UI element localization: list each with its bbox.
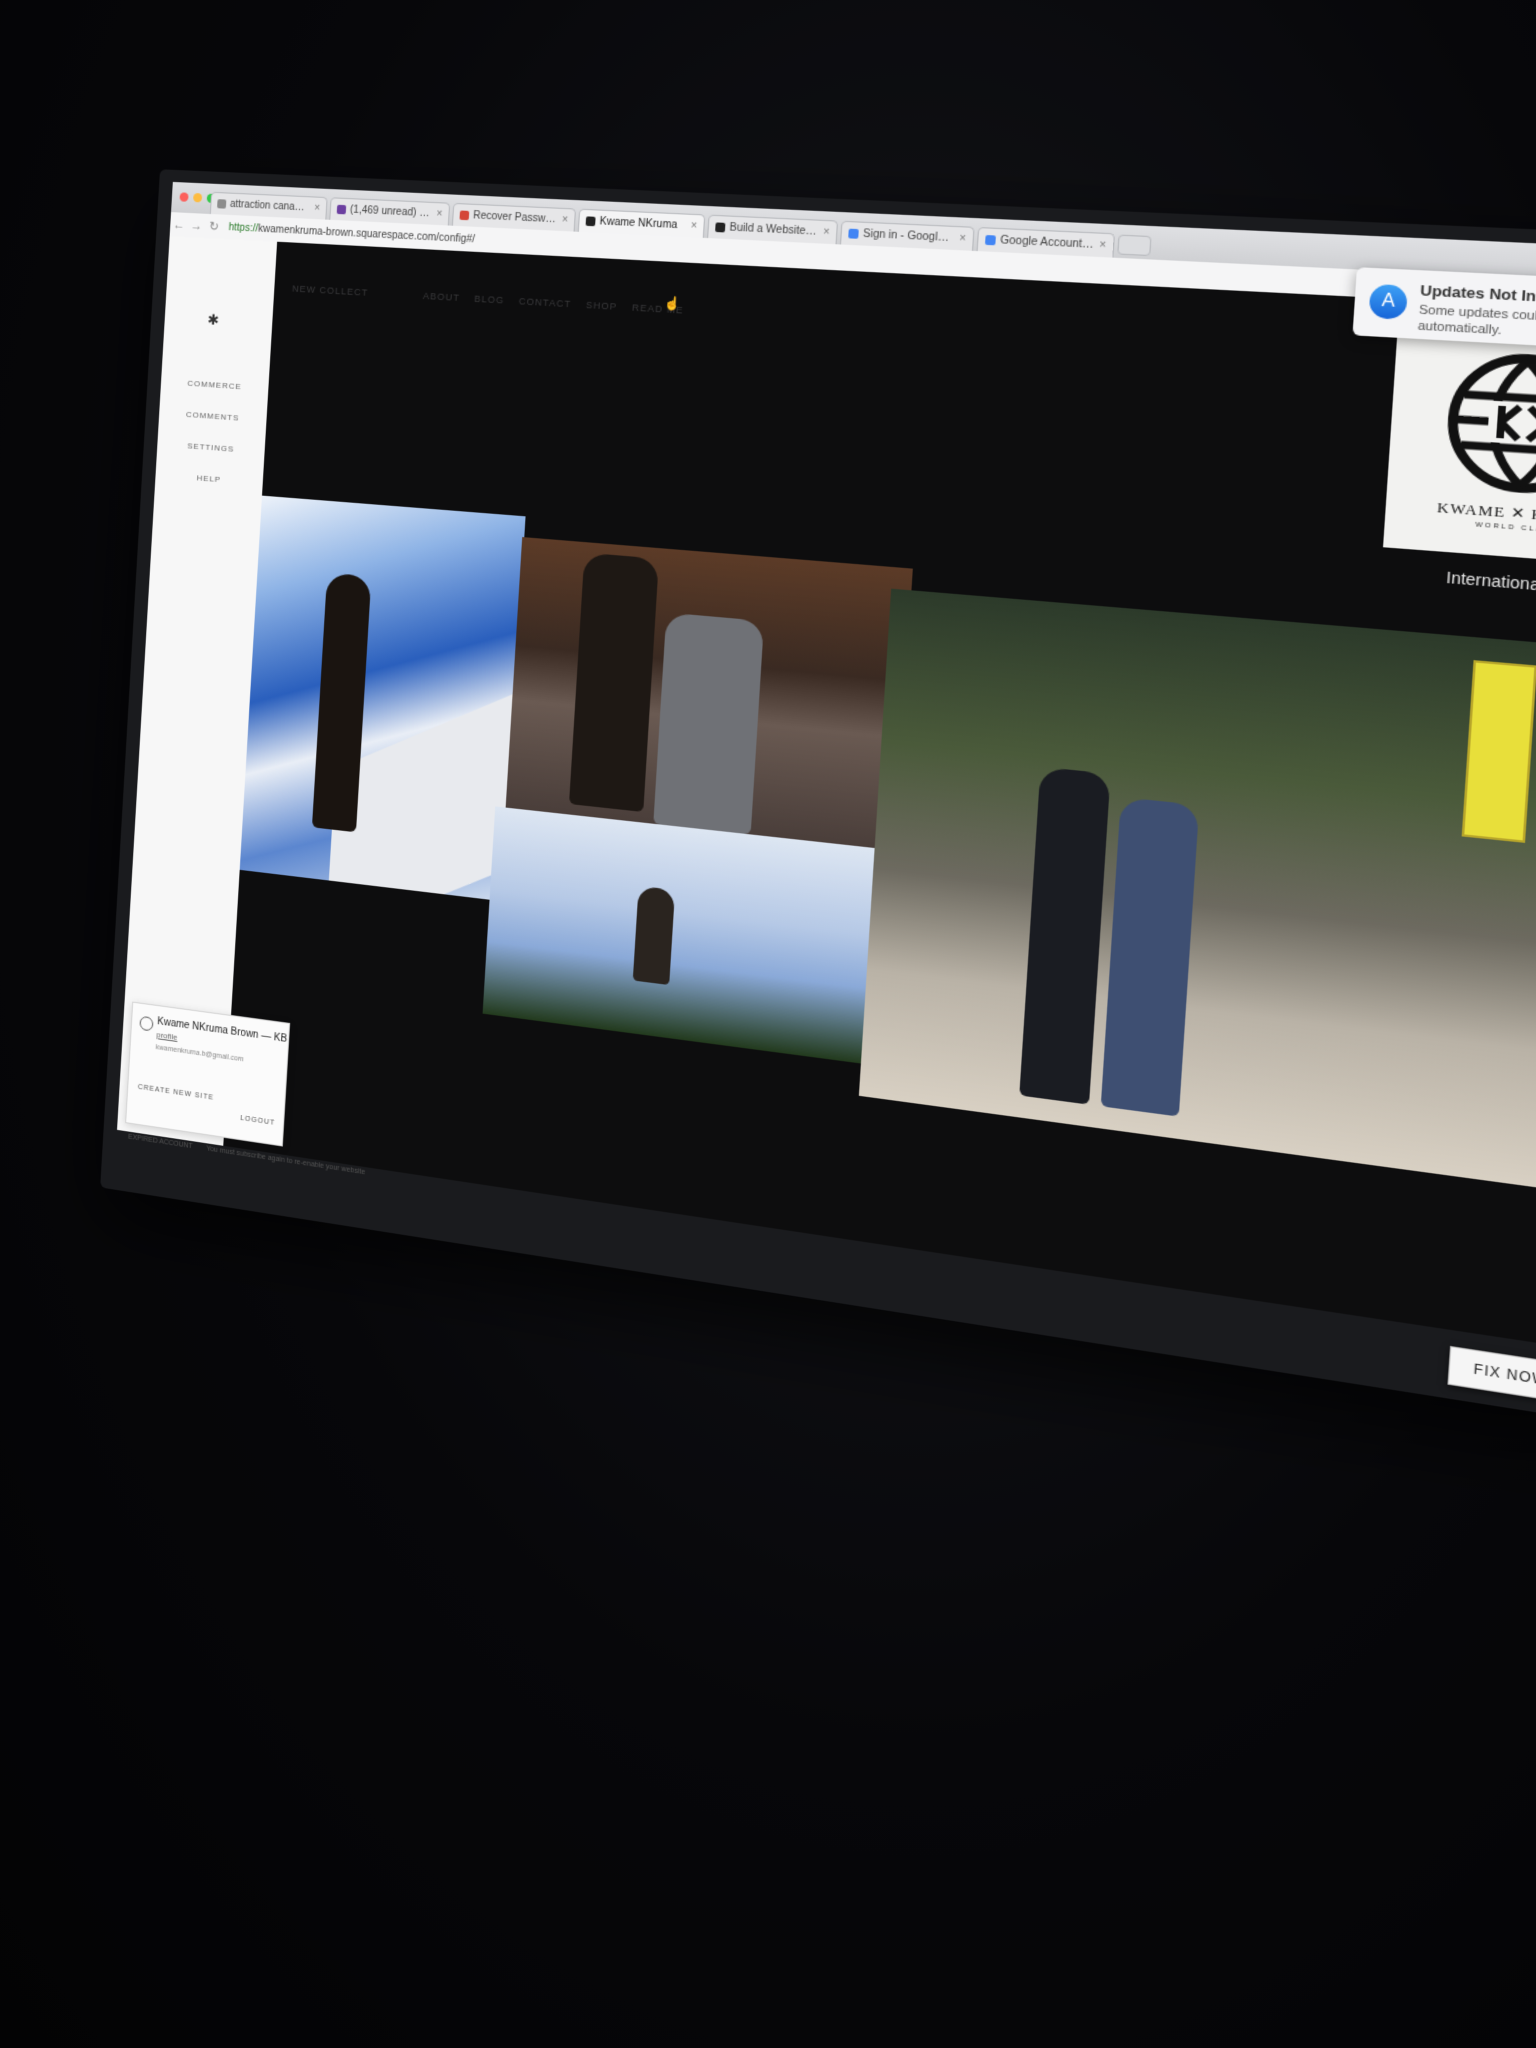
photo-gallery (223, 494, 1536, 1197)
logo-subtitle: WORLD CLASS (1475, 521, 1536, 535)
nav-item-shop[interactable]: SHOP (586, 300, 618, 312)
photo-model-figure (653, 612, 765, 835)
nav-item-contact[interactable]: CONTACT (519, 296, 572, 309)
profile-link[interactable]: profile (156, 1030, 178, 1042)
tab-label: attraction canada flights (229, 198, 311, 214)
close-tab-icon[interactable]: × (1099, 239, 1107, 252)
tab-label: (1,469 unread) - kwame (349, 204, 433, 220)
account-card: Kwame NKruma Brown — KB profile kwamenkr… (125, 1001, 291, 1147)
close-tab-icon[interactable]: × (823, 226, 830, 238)
tab-label: Sign in - Google Accounts (862, 228, 955, 245)
nav-item-about[interactable]: ABOUT (423, 291, 461, 303)
photo-model-figure (632, 885, 676, 986)
logout-button[interactable]: LOGOUT (240, 1115, 275, 1127)
tab-favicon-icon (336, 204, 347, 215)
mouse-pointer-icon: ☝ (663, 295, 681, 312)
photo-model-figure (1019, 766, 1111, 1105)
brand-logo: KWAME ✕ KRUMA WORLD CLASS (1383, 319, 1536, 568)
sidebar-menu: COMMERCE COMMENTS SETTINGS HELP (154, 377, 269, 510)
sidebar-item-commerce[interactable]: COMMERCE (161, 377, 269, 393)
close-tab-icon[interactable]: × (561, 214, 568, 226)
squarespace-editor: ✱ COMMERCE COMMENTS SETTINGS HELP NEW CO… (117, 236, 1536, 1352)
gallery-photo-sky[interactable] (223, 494, 526, 902)
reload-icon[interactable]: ↻ (205, 219, 223, 234)
account-email: kwamenkruma.b@gmail.com (155, 1044, 244, 1064)
photo-model-figure (568, 552, 659, 813)
tab-label: Recover Password - Kwam (472, 210, 558, 226)
fix-now-button[interactable]: FIX NOW (1447, 1345, 1536, 1404)
close-tab-icon[interactable]: × (314, 203, 321, 215)
tab-favicon-icon (715, 222, 726, 233)
avatar (139, 1015, 154, 1032)
back-arrow-icon[interactable]: ← (170, 217, 188, 232)
create-new-site-button[interactable]: CREATE NEW SITE (138, 1084, 214, 1102)
close-tab-icon[interactable]: × (436, 208, 443, 220)
tab-favicon-icon (984, 235, 996, 246)
tab-label: Google Account Recovery (999, 234, 1095, 252)
nav-item-blog[interactable]: BLOG (474, 293, 505, 305)
sidebar-item-settings[interactable]: SETTINGS (157, 439, 265, 456)
gallery-photo-stairs[interactable] (505, 537, 913, 851)
close-window-button[interactable] (179, 192, 189, 202)
minimize-window-button[interactable] (193, 192, 203, 203)
app-store-icon: A (1368, 283, 1409, 320)
squarespace-logo-icon[interactable]: ✱ (207, 311, 219, 329)
tab-label: Kwame NKruma (599, 215, 678, 232)
tab-favicon-icon (459, 210, 470, 221)
close-tab-icon[interactable]: × (690, 220, 697, 232)
photo-model-figure (1100, 797, 1200, 1117)
forward-arrow-icon[interactable]: → (187, 218, 205, 233)
gallery-photo-trees[interactable] (482, 806, 884, 1065)
tab-label: Build a Website — Square (729, 221, 820, 238)
tab-favicon-icon (585, 216, 596, 227)
photo-street-sign (1461, 660, 1536, 843)
sidebar-item-help[interactable]: HELP (155, 470, 263, 487)
tab-favicon-icon (848, 228, 859, 239)
sidebar-item-comments[interactable]: COMMENTS (159, 408, 267, 425)
close-tab-icon[interactable]: × (959, 233, 966, 245)
new-tab-button[interactable] (1117, 234, 1152, 257)
site-navigation: NEW COLLECT ABOUT BLOG CONTACT SHOP READ… (292, 283, 684, 315)
url-scheme: https:// (228, 221, 259, 235)
tab-favicon-icon (217, 199, 227, 209)
globe-monogram-icon (1441, 348, 1536, 501)
nav-item-new-collect[interactable]: NEW COLLECT (292, 283, 369, 297)
gallery-photo-street[interactable] (858, 588, 1536, 1197)
